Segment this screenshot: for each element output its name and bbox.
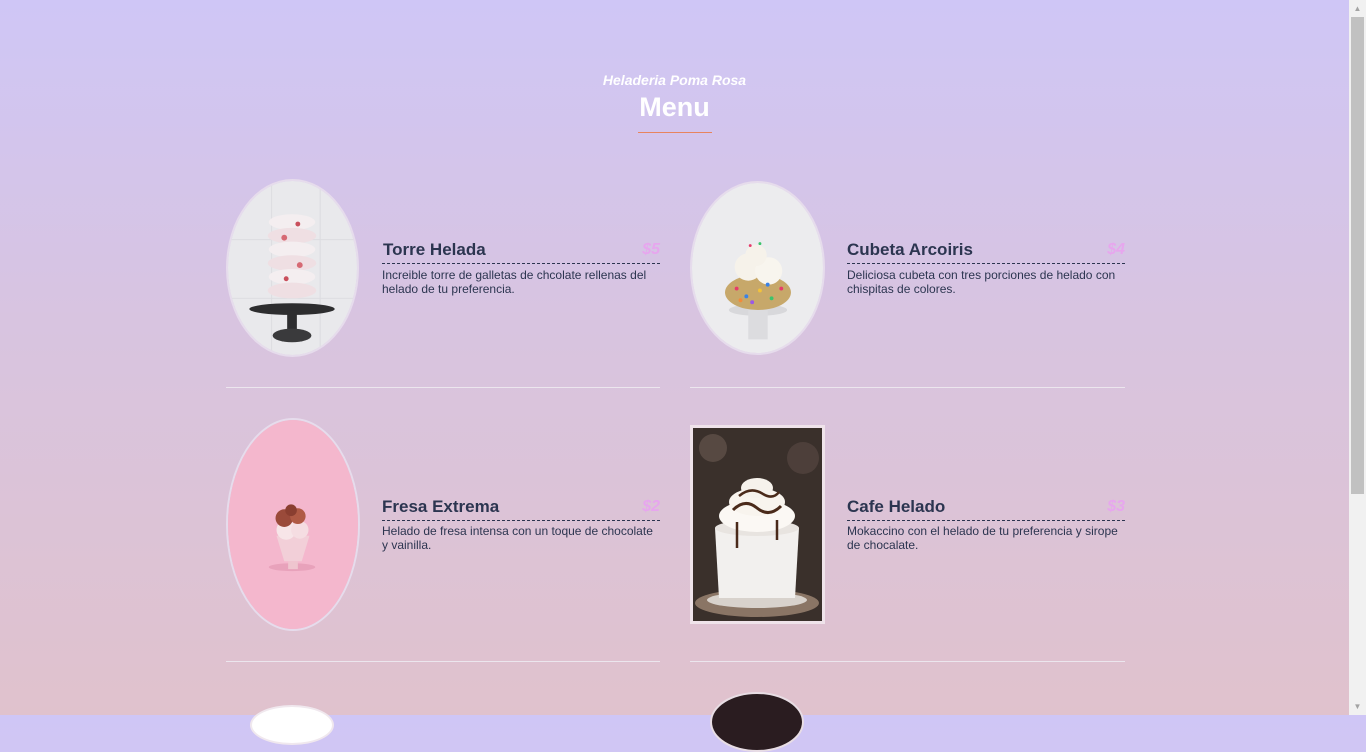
dashed-separator	[847, 263, 1125, 264]
next-item-photo	[710, 692, 804, 752]
item-description: Increible torre de galletas de chcolate …	[382, 268, 647, 296]
item-name: Cubeta Arcoiris	[847, 240, 973, 259]
item-price: $3	[1107, 498, 1125, 515]
row-divider	[226, 661, 660, 662]
scrollbar-thumb[interactable]	[1351, 17, 1364, 494]
page-scrollbar[interactable]: ▲ ▼	[1349, 0, 1366, 715]
iced-coffee-photo	[690, 425, 825, 624]
cookie-tower-photo	[226, 179, 359, 357]
item-price: $2	[642, 498, 660, 515]
row-divider	[690, 661, 1125, 662]
item-price: $5	[642, 241, 660, 258]
item-name: Cafe Helado	[847, 497, 946, 516]
title-underline	[638, 132, 712, 133]
item-description: Deliciosa cubeta con tres porciones de h…	[847, 268, 1116, 296]
dashed-separator	[382, 520, 660, 521]
dashed-separator	[382, 263, 660, 264]
item-name: Fresa Extrema	[382, 497, 500, 516]
item-price: $4	[1107, 241, 1125, 258]
item-name: Torre Helada	[383, 240, 486, 259]
row-divider	[226, 387, 660, 388]
menu-page: Heladeria Poma Rosa Menu Torre Helada $5…	[0, 0, 1349, 752]
item-description: Helado de fresa intensa con un toque de …	[382, 524, 653, 552]
shop-name: Heladeria Poma Rosa	[602, 72, 747, 88]
page-title: Menu	[639, 92, 710, 122]
scroll-up-icon[interactable]: ▲	[1349, 0, 1366, 17]
scroll-down-icon[interactable]: ▼	[1349, 698, 1366, 715]
next-item-photo	[250, 705, 334, 745]
row-divider	[690, 387, 1125, 388]
item-description: Mokaccino con el helado de tu preferenci…	[847, 524, 1118, 552]
strawberry-sundae-photo	[226, 418, 360, 631]
dashed-separator	[847, 520, 1125, 521]
sprinkle-ice-cream-photo	[690, 181, 825, 355]
